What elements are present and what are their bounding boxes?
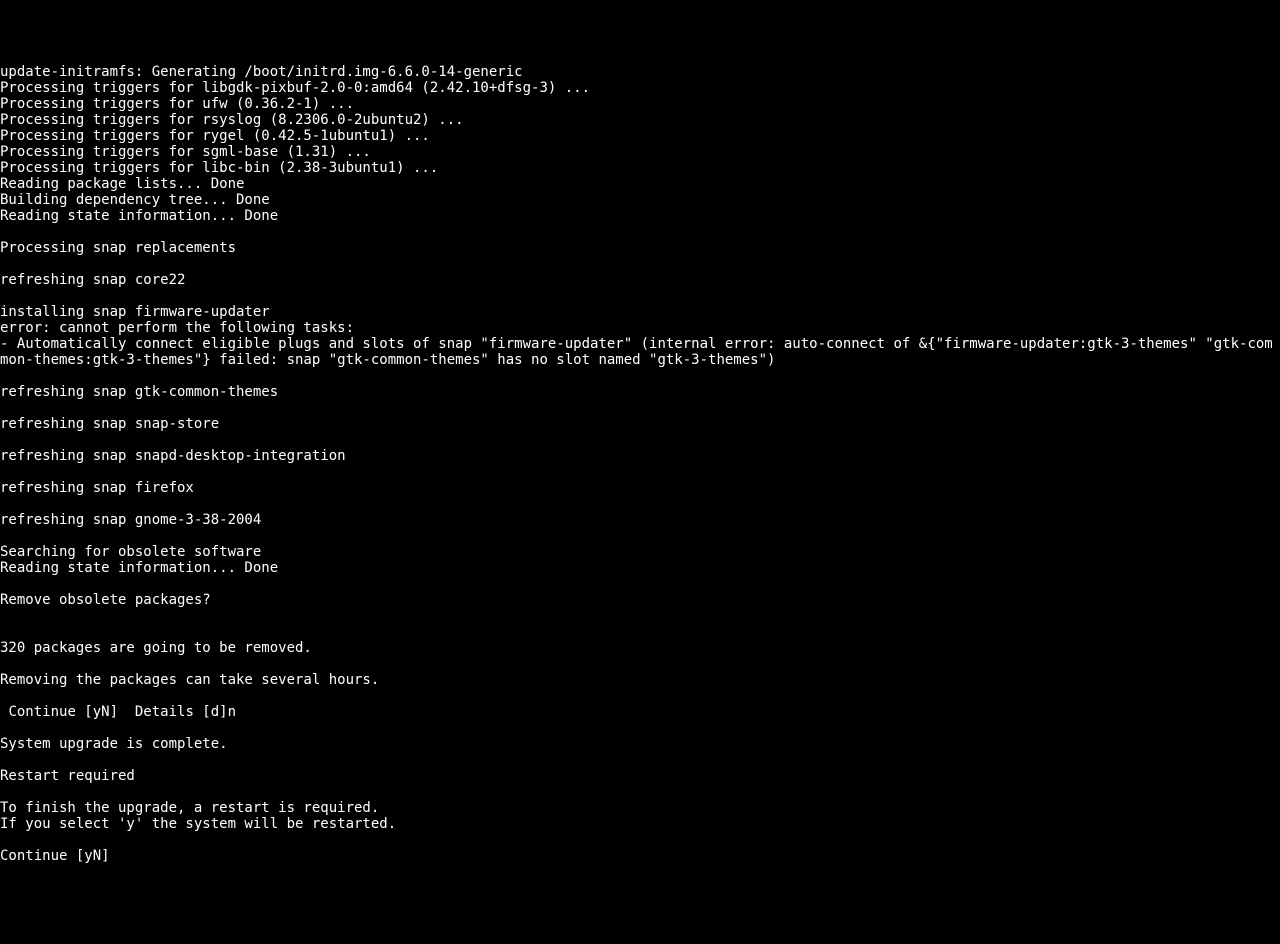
terminal-line [0, 368, 1280, 384]
terminal-line [0, 720, 1280, 736]
terminal-line: Remove obsolete packages? [0, 592, 1280, 608]
terminal-line: Processing triggers for libgdk-pixbuf-2.… [0, 80, 1280, 96]
terminal-line: Continue [yN] Details [d]n [0, 704, 1280, 720]
terminal-line [0, 432, 1280, 448]
terminal-line: refreshing snap core22 [0, 272, 1280, 288]
terminal-line [0, 832, 1280, 848]
terminal-line: Reading package lists... Done [0, 176, 1280, 192]
terminal-line: Processing triggers for ufw (0.36.2-1) .… [0, 96, 1280, 112]
terminal-line: Removing the packages can take several h… [0, 672, 1280, 688]
terminal-line: Reading state information... Done [0, 560, 1280, 576]
terminal-line: Processing snap replacements [0, 240, 1280, 256]
terminal-line: Restart required [0, 768, 1280, 784]
terminal-line [0, 752, 1280, 768]
terminal-line: To finish the upgrade, a restart is requ… [0, 800, 1280, 816]
terminal-line [0, 528, 1280, 544]
terminal-line: refreshing snap snapd-desktop-integratio… [0, 448, 1280, 464]
terminal-line [0, 464, 1280, 480]
terminal-line: System upgrade is complete. [0, 736, 1280, 752]
terminal-line: Processing triggers for sgml-base (1.31)… [0, 144, 1280, 160]
terminal-line: Processing triggers for rsyslog (8.2306.… [0, 112, 1280, 128]
terminal-line: refreshing snap gnome-3-38-2004 [0, 512, 1280, 528]
terminal-line: refreshing snap snap-store [0, 416, 1280, 432]
terminal-line [0, 784, 1280, 800]
terminal-line [0, 656, 1280, 672]
terminal-line [0, 688, 1280, 704]
terminal-line: 320 packages are going to be removed. [0, 640, 1280, 656]
terminal-line: Reading state information... Done [0, 208, 1280, 224]
terminal-line [0, 608, 1280, 624]
terminal-line [0, 576, 1280, 592]
terminal-line [0, 624, 1280, 640]
terminal-line [0, 256, 1280, 272]
terminal-line: Processing triggers for rygel (0.42.5-1u… [0, 128, 1280, 144]
terminal-line: refreshing snap gtk-common-themes [0, 384, 1280, 400]
terminal-line: update-initramfs: Generating /boot/initr… [0, 64, 1280, 80]
terminal-line: If you select 'y' the system will be res… [0, 816, 1280, 832]
terminal-line [0, 288, 1280, 304]
terminal-line: - Automatically connect eligible plugs a… [0, 336, 1280, 368]
terminal-line [0, 496, 1280, 512]
terminal-line: installing snap firmware-updater [0, 304, 1280, 320]
terminal-line: Building dependency tree... Done [0, 192, 1280, 208]
terminal-line [0, 224, 1280, 240]
terminal-line: error: cannot perform the following task… [0, 320, 1280, 336]
terminal-line: Processing triggers for libc-bin (2.38-3… [0, 160, 1280, 176]
terminal-line [0, 400, 1280, 416]
terminal-line: refreshing snap firefox [0, 480, 1280, 496]
terminal-line: Continue [yN] [0, 848, 1280, 864]
terminal-line: Searching for obsolete software [0, 544, 1280, 560]
terminal-output[interactable]: update-initramfs: Generating /boot/initr… [0, 64, 1280, 864]
